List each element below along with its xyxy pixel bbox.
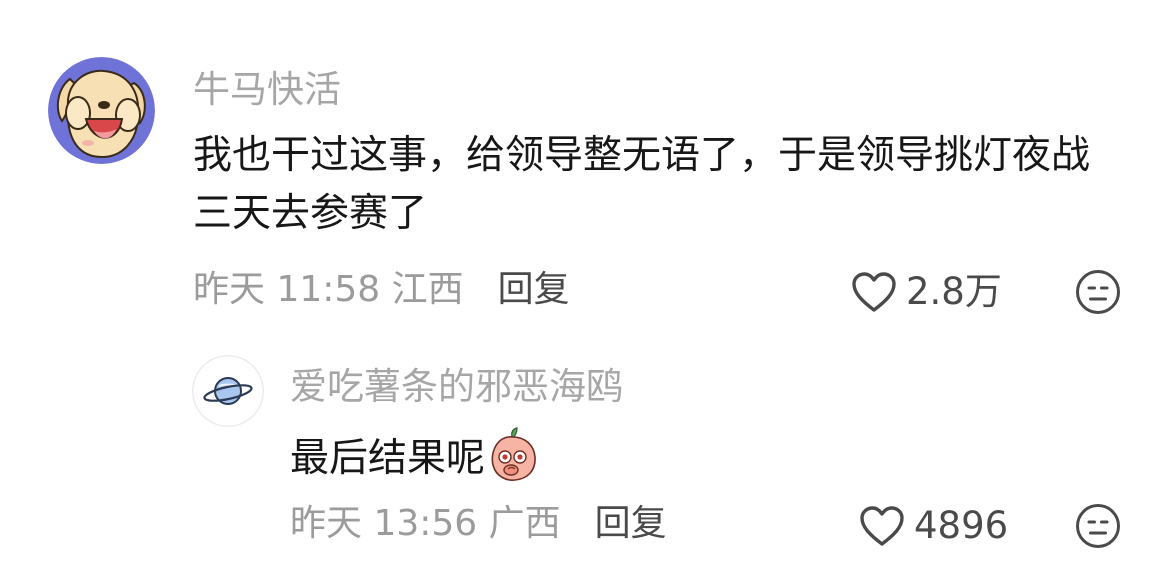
dog-avatar[interactable] <box>48 57 155 164</box>
comment-thread: 牛马快活 我也干过这事，给领导整无语了，于是领导挑灯夜战三天去参赛了 昨天 11… <box>0 0 1170 579</box>
planet-avatar[interactable] <box>192 355 264 427</box>
heart-icon <box>860 506 904 546</box>
reply-like-count: 4896 <box>914 504 1009 547</box>
reply-time-location: 昨天 13:56 广西 <box>290 503 561 544</box>
reply-text-line: 最后结果呢 <box>290 427 539 488</box>
reply-reply-button[interactable]: 回复 <box>595 502 667 546</box>
dislike-face-icon[interactable] <box>1075 269 1121 315</box>
comment-like-count: 2.8万 <box>906 270 1002 313</box>
reply-username[interactable]: 爱吃薯条的邪恶海鸥 <box>290 365 623 409</box>
comment-username[interactable]: 牛马快活 <box>193 68 341 112</box>
reply-like-button[interactable]: 4896 <box>858 504 1008 548</box>
dislike-face-icon[interactable] <box>1075 503 1121 549</box>
reply-text: 最后结果呢 <box>290 436 486 481</box>
comment-meta: 昨天 11:58 江西 回复 <box>193 268 570 312</box>
reply-meta: 昨天 13:56 广西 回复 <box>290 502 667 546</box>
comment-text: 我也干过这事，给领导整无语了，于是领导挑灯夜战三天去参赛了 <box>193 133 1091 236</box>
comment-reply-button[interactable]: 回复 <box>498 268 570 312</box>
planet-avatar-icon <box>203 377 253 405</box>
heart-icon <box>852 272 896 312</box>
comment-like-button[interactable]: 2.8万 <box>850 270 1002 314</box>
peach-thinking-emoji-icon <box>491 427 536 481</box>
comment-time-location: 昨天 11:58 江西 <box>193 269 464 310</box>
dog-avatar-icon <box>48 57 155 164</box>
